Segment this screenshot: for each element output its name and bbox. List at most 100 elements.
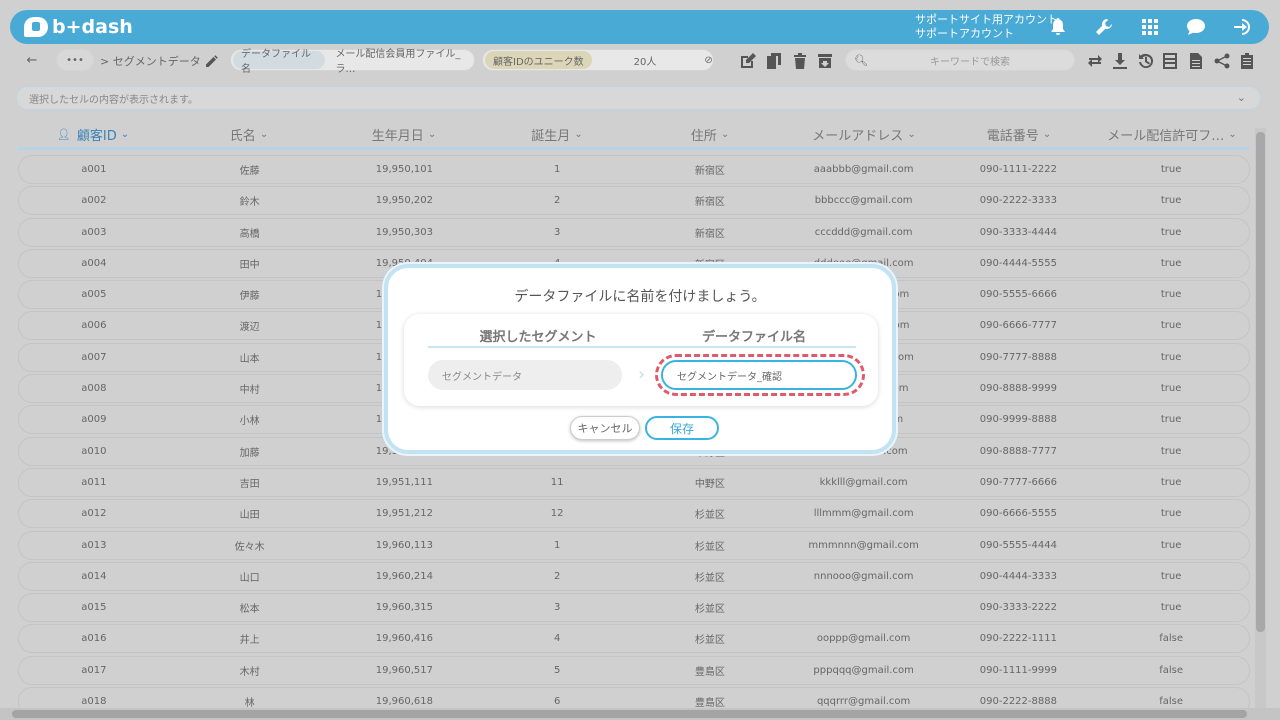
- logo[interactable]: b+dash: [24, 16, 133, 38]
- table-cell[interactable]: 090-8888-7777: [944, 438, 1094, 465]
- chevron-down-icon[interactable]: ⌄: [721, 129, 729, 140]
- table-cell[interactable]: true: [1093, 344, 1249, 371]
- table-cell[interactable]: true: [1093, 281, 1249, 308]
- table-cell[interactable]: true: [1093, 500, 1249, 527]
- table-cell[interactable]: nnnooo@gmail.com: [784, 563, 944, 590]
- table-cell[interactable]: 杉並区: [636, 500, 784, 527]
- chat-icon[interactable]: [1185, 16, 1207, 38]
- history-icon[interactable]: [1135, 51, 1155, 71]
- table-cell[interactable]: a007: [19, 344, 169, 371]
- table-cell[interactable]: 4: [478, 625, 636, 652]
- table-cell[interactable]: kkklll@gmail.com: [784, 469, 944, 496]
- table-cell[interactable]: a017: [19, 657, 169, 684]
- table-cell[interactable]: a003: [19, 219, 169, 246]
- table-cell[interactable]: 090-2222-3333: [944, 187, 1094, 214]
- table-row[interactable]: a003 高橋 19,950,303 3 新宿区 cccddd@gmail.com 090-…: [18, 217, 1250, 247]
- trash-icon[interactable]: [790, 51, 810, 71]
- wrench-icon[interactable]: [1093, 16, 1115, 38]
- chevron-down-icon[interactable]: ⌄: [428, 129, 436, 140]
- column-header[interactable]: 誕生月 ⌄: [478, 122, 636, 147]
- table-cell[interactable]: 19,950,202: [330, 187, 478, 214]
- vertical-scroll-thumb[interactable]: [1256, 132, 1265, 632]
- table-cell[interactable]: 090-7777-8888: [944, 344, 1094, 371]
- table-cell[interactable]: 090-1111-9999: [944, 657, 1094, 684]
- table-cell[interactable]: a002: [19, 187, 169, 214]
- chevron-down-icon[interactable]: ⌄: [907, 129, 915, 140]
- table-cell[interactable]: 090-2222-1111: [944, 625, 1094, 652]
- share-icon[interactable]: [1212, 51, 1232, 71]
- column-header[interactable]: メール配信許可フ… ⌄: [1094, 122, 1250, 147]
- chevron-down-icon[interactable]: ⌄: [1228, 129, 1236, 140]
- chevron-down-icon[interactable]: ⌄: [1043, 129, 1051, 140]
- table-cell[interactable]: 松本: [169, 594, 331, 621]
- table-cell[interactable]: 豊島区: [636, 657, 784, 684]
- table-cell[interactable]: aaabbb@gmail.com: [784, 156, 944, 183]
- table-cell[interactable]: 田中: [169, 250, 331, 277]
- table-cell[interactable]: 090-5555-6666: [944, 281, 1094, 308]
- table-cell[interactable]: 木村: [169, 657, 331, 684]
- table-cell[interactable]: a006: [19, 312, 169, 339]
- table-row[interactable]: a015 松本 19,960,315 3 杉並区 090-3333-2222 true: [18, 593, 1250, 623]
- column-header[interactable]: 👤︎ 顧客ID ⌄: [18, 122, 168, 147]
- table-cell[interactable]: 渡辺: [169, 312, 331, 339]
- apps-grid-icon[interactable]: [1139, 16, 1161, 38]
- table-cell[interactable]: 中村: [169, 375, 331, 402]
- table-cell[interactable]: 山田: [169, 500, 331, 527]
- save-button[interactable]: 保存: [645, 416, 719, 440]
- table-cell[interactable]: a008: [19, 375, 169, 402]
- table-cell[interactable]: a011: [19, 469, 169, 496]
- table-cell[interactable]: 1: [478, 532, 636, 559]
- table-cell[interactable]: true: [1093, 375, 1249, 402]
- table-cell[interactable]: ooppp@gmail.com: [784, 625, 944, 652]
- table-cell[interactable]: 19,951,111: [330, 469, 478, 496]
- column-header[interactable]: 氏名 ⌄: [168, 122, 330, 147]
- table-cell[interactable]: 佐々木: [169, 532, 331, 559]
- table-row[interactable]: a016 井上 19,960,416 4 杉並区 ooppp@gmail.com 090-2…: [18, 624, 1250, 654]
- table-cell[interactable]: true: [1093, 219, 1249, 246]
- table-cell[interactable]: 19,951,212: [330, 500, 478, 527]
- datafile-pill[interactable]: データファイル名 メール配信会員用ファイル_ラ…: [230, 49, 475, 75]
- table-cell[interactable]: 19,960,315: [330, 594, 478, 621]
- table-cell[interactable]: 5: [478, 657, 636, 684]
- datafile-name-input[interactable]: セグメントデータ_確認: [661, 360, 857, 390]
- table-cell[interactable]: 2: [478, 563, 636, 590]
- account-info[interactable]: サポートサイト用アカウント サポートアカウント: [915, 13, 1058, 41]
- table-cell[interactable]: true: [1093, 406, 1249, 433]
- archive-icon[interactable]: [815, 51, 835, 71]
- table-row[interactable]: a017 木村 19,960,517 5 豊島区 pppqqq@gmail.com 090-…: [18, 655, 1250, 685]
- table-cell[interactable]: 090-6666-7777: [944, 312, 1094, 339]
- table-cell[interactable]: a004: [19, 250, 169, 277]
- table-cell[interactable]: a005: [19, 281, 169, 308]
- table-cell[interactable]: mmmnnn@gmail.com: [784, 532, 944, 559]
- table-cell[interactable]: 吉田: [169, 469, 331, 496]
- table-cell[interactable]: 19,950,101: [330, 156, 478, 183]
- edit-icon[interactable]: [738, 51, 758, 71]
- table-cell[interactable]: 佐藤: [169, 156, 331, 183]
- table-cell[interactable]: 杉並区: [636, 532, 784, 559]
- table-cell[interactable]: a016: [19, 625, 169, 652]
- logout-icon[interactable]: [1231, 16, 1253, 38]
- search-input[interactable]: キーワードで検索: [930, 53, 1010, 68]
- chevron-down-icon[interactable]: ⌄: [121, 129, 129, 140]
- chevron-down-icon[interactable]: ⌄: [574, 129, 582, 140]
- column-header[interactable]: 生年月日 ⌄: [330, 122, 478, 147]
- table-cell[interactable]: cccddd@gmail.com: [784, 219, 944, 246]
- table-cell[interactable]: 鈴木: [169, 187, 331, 214]
- chevron-down-icon[interactable]: ⌄: [260, 129, 268, 140]
- table-cell[interactable]: 3: [478, 219, 636, 246]
- table-view-icon[interactable]: [1160, 51, 1180, 71]
- horizontal-scroll-thumb[interactable]: [12, 710, 1247, 718]
- table-row[interactable]: a002 鈴木 19,950,202 2 新宿区 bbbccc@gmail.com 090-…: [18, 186, 1250, 216]
- table-cell[interactable]: 090-9999-8888: [944, 406, 1094, 433]
- table-cell[interactable]: 090-7777-6666: [944, 469, 1094, 496]
- table-cell[interactable]: 090-4444-3333: [944, 563, 1094, 590]
- column-header[interactable]: 住所 ⌄: [636, 122, 784, 147]
- table-cell[interactable]: false: [1093, 625, 1249, 652]
- bell-icon[interactable]: [1047, 16, 1069, 38]
- table-cell[interactable]: true: [1093, 532, 1249, 559]
- table-cell[interactable]: 19,960,517: [330, 657, 478, 684]
- table-cell[interactable]: 杉並区: [636, 563, 784, 590]
- copy-icon[interactable]: [764, 51, 784, 71]
- table-cell[interactable]: true: [1093, 594, 1249, 621]
- table-cell[interactable]: true: [1093, 438, 1249, 465]
